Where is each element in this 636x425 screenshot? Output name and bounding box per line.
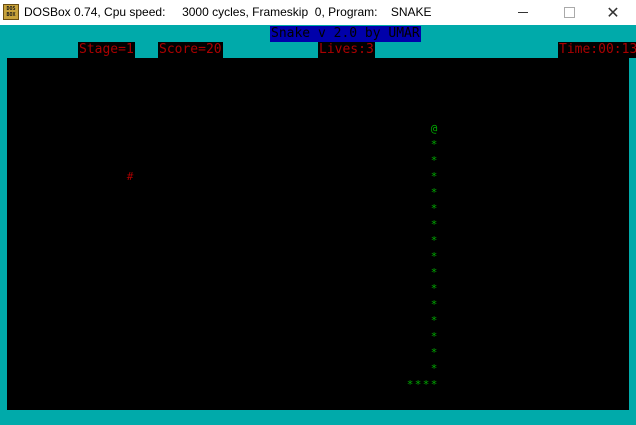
minimize-button[interactable]: [500, 0, 546, 25]
score-indicator: Score=20: [158, 42, 223, 58]
game-title: Snake v 2.0 by UMAR: [270, 26, 421, 42]
snake-head: @: [430, 122, 438, 135]
snake-segment: *: [430, 346, 438, 359]
snake-segment: *: [430, 282, 438, 295]
maximize-icon: [563, 7, 575, 18]
snake-segment: *: [414, 378, 422, 391]
close-button[interactable]: ✕: [590, 0, 636, 25]
window-title: DOSBox 0.74, Cpu speed: 3000 cycles, Fra…: [24, 5, 432, 19]
snake-segment: *: [430, 218, 438, 231]
snake-segment: *: [430, 250, 438, 263]
maximize-button[interactable]: [546, 0, 592, 25]
dos-screen[interactable]: Snake v 2.0 by UMAR Stage=1 Score=20 Liv…: [0, 25, 636, 425]
stage-indicator: Stage=1: [78, 42, 135, 58]
snake-segment: *: [430, 298, 438, 311]
time-indicator: Time:00:13: [558, 42, 636, 58]
close-icon: ✕: [606, 3, 620, 22]
snake-segment: *: [422, 378, 430, 391]
dosbox-app-icon: DOS BOX: [3, 4, 19, 20]
snake-segment: *: [430, 170, 438, 183]
snake-segment: *: [430, 330, 438, 343]
window-titlebar[interactable]: DOS BOX DOSBox 0.74, Cpu speed: 3000 cyc…: [0, 0, 636, 25]
snake-segment: *: [430, 362, 438, 375]
snake-segment: *: [430, 378, 438, 391]
snake-segment: *: [430, 314, 438, 327]
snake-segment: *: [430, 186, 438, 199]
snake-segment: *: [430, 202, 438, 215]
snake-segment: *: [430, 266, 438, 279]
food-item: #: [126, 170, 134, 183]
snake-segment: *: [430, 234, 438, 247]
play-area: # @ * * * * * * * * * * * * * * * * * * …: [7, 58, 629, 410]
minimize-icon: [518, 12, 528, 13]
snake-segment: *: [430, 138, 438, 151]
snake-segment: *: [430, 154, 438, 167]
lives-indicator: Lives:3: [318, 42, 375, 58]
snake-segment: *: [406, 378, 414, 391]
